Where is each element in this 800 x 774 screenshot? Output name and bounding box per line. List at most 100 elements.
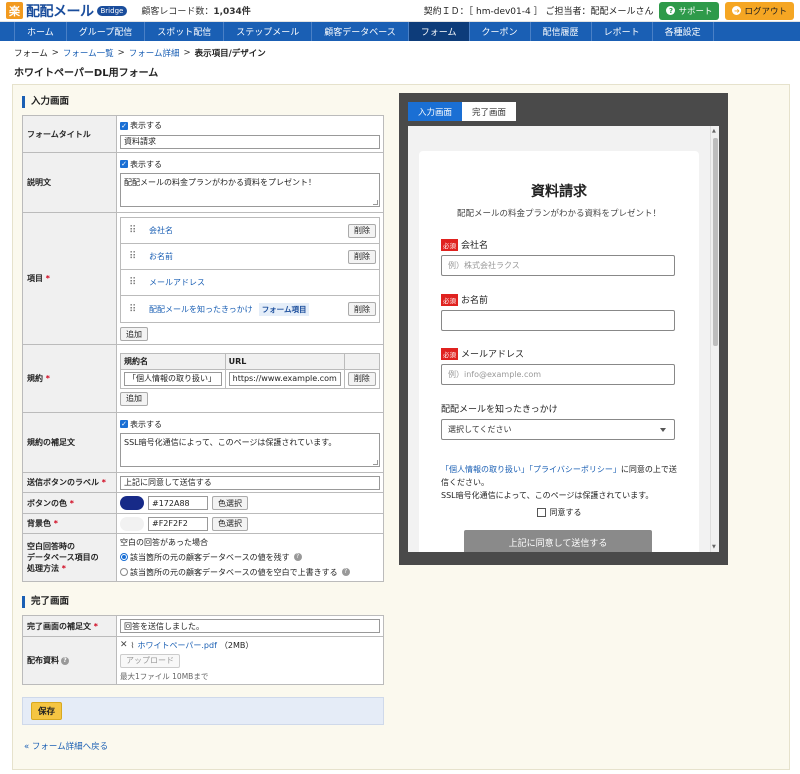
terms-delete-button[interactable]: 削除: [347, 371, 376, 386]
drag-handle-icon[interactable]: ⠿: [129, 277, 149, 288]
breadcrumb-form-list[interactable]: フォーム一覧: [63, 47, 114, 59]
button-color-pick-button[interactable]: 色選択: [212, 496, 248, 510]
drag-handle-icon[interactable]: ⠿: [129, 304, 149, 315]
list-item[interactable]: ⠿ メールアドレス: [121, 270, 379, 296]
blank-label-2: データベース項目の: [27, 553, 99, 562]
list-item[interactable]: ⠿ お名前 削除: [121, 244, 379, 270]
file-row: ✕ ⌇ ホワイトペーパー.pdf （2MB）: [120, 640, 380, 651]
resize-grip-icon[interactable]: [373, 200, 378, 205]
row-distribution-file: 配布資料? ✕ ⌇ ホワイトペーパー.pdf （2MB） アップロード 最大1フ…: [22, 636, 384, 685]
preview-panel: 入力画面 完了画面 資料請求 配配メールの料金プランがわかる資料をプレゼント！ …: [399, 93, 728, 565]
upload-button[interactable]: アップロード: [120, 653, 180, 668]
description-show-checkbox[interactable]: ✓ 表示する: [120, 158, 380, 170]
bridge-badge: Bridge: [96, 5, 128, 16]
delete-button[interactable]: 削除: [348, 223, 376, 238]
breadcrumb-current: 表示項目/デザイン: [194, 49, 266, 59]
delete-button[interactable]: 削除: [348, 302, 376, 316]
nav-history[interactable]: 配信履歴: [531, 22, 592, 41]
add-item-button[interactable]: 追加: [120, 327, 148, 341]
submit-label-input[interactable]: 上記に同意して送信する: [120, 475, 380, 490]
file-link[interactable]: ホワイトペーパー.pdf: [137, 640, 216, 651]
item-name[interactable]: 配配メールを知ったきっかけ: [149, 304, 253, 315]
scroll-up-icon[interactable]: ▲: [712, 128, 716, 134]
preview-terms-link-privacy-policy[interactable]: 「プライバシーポリシー」: [529, 465, 621, 474]
help-icon[interactable]: ?: [341, 568, 350, 576]
add-terms-button[interactable]: 追加: [120, 391, 148, 406]
terms-url-input[interactable]: https://www.example.com: [228, 371, 341, 386]
preview-agree-checkbox[interactable]: 同意する: [419, 507, 699, 518]
item-name[interactable]: お名前: [149, 251, 173, 262]
preview-terms-link-privacy-handling[interactable]: 「個人情報の取り扱い」: [441, 465, 529, 474]
description-textarea[interactable]: 配配メールの料金プランがわかる資料をプレゼント！: [120, 173, 380, 207]
logo-text[interactable]: 配配メール: [26, 1, 94, 21]
form-title-show-checkbox[interactable]: ✓ 表示する: [120, 120, 380, 132]
bg-color-pick-button[interactable]: 色選択: [212, 516, 248, 531]
preview-scrollbar[interactable]: ▲ ▼: [710, 126, 719, 552]
delete-button[interactable]: 削除: [348, 249, 376, 264]
scroll-down-icon[interactable]: ▼: [712, 544, 716, 550]
item-name[interactable]: 会社名: [149, 225, 173, 236]
bg-color-input[interactable]: #F2F2F2: [148, 516, 208, 531]
back-to-form-detail-link[interactable]: « フォーム詳細へ戻る: [24, 740, 108, 752]
support-button[interactable]: ? サポート: [659, 1, 720, 20]
breadcrumb-form-detail[interactable]: フォーム詳細: [129, 47, 180, 59]
nav-spot-delivery[interactable]: スポット配信: [145, 22, 225, 41]
nav-group-delivery[interactable]: グループ配信: [67, 22, 146, 41]
logout-button[interactable]: ➜ ログアウト: [725, 1, 794, 20]
distribution-file-label: 配布資料?: [22, 636, 117, 685]
preview-email-input[interactable]: 例）info@example.com: [441, 364, 675, 385]
scrollbar-thumb[interactable]: [713, 138, 718, 346]
preview-tabs: 入力画面 完了画面: [408, 102, 517, 121]
remove-file-icon[interactable]: ✕: [120, 640, 128, 650]
nav-step-mail[interactable]: ステップメール: [224, 22, 313, 41]
preview-ssl-note: SSL暗号化通信によって、このページは保護されています。: [441, 491, 654, 500]
help-icon[interactable]: ?: [293, 553, 302, 561]
button-color-input[interactable]: #172A88: [148, 496, 208, 510]
show-label: 表示する: [130, 121, 162, 130]
radio-selected[interactable]: [120, 553, 128, 561]
resize-grip-icon[interactable]: [373, 460, 378, 465]
description-label: 説明文: [22, 152, 117, 213]
bg-color-swatch[interactable]: [120, 516, 144, 531]
logo-mark[interactable]: 楽: [6, 2, 23, 19]
nav-report[interactable]: レポート: [592, 22, 653, 41]
nav-settings[interactable]: 各種設定: [653, 22, 714, 41]
nav-coupon[interactable]: クーポン: [470, 22, 531, 41]
nav-customer-db[interactable]: 顧客データベース: [312, 22, 409, 41]
help-icon[interactable]: ?: [61, 656, 69, 665]
breadcrumb-form[interactable]: フォーム: [14, 47, 48, 59]
form-title-input[interactable]: 資料請求: [120, 134, 380, 149]
terms-note-show-checkbox[interactable]: ✓ 表示する: [120, 418, 380, 430]
preview-submit-button[interactable]: 上記に同意して送信する: [464, 530, 652, 552]
item-name[interactable]: メールアドレス: [149, 277, 205, 288]
terms-table: 規約名 URL 「個人情報の取り扱い」 https://www.example.…: [120, 352, 381, 389]
nav-form[interactable]: フォーム: [408, 22, 470, 41]
checkbox-unchecked[interactable]: [536, 508, 546, 517]
tab-complete-screen[interactable]: 完了画面: [462, 102, 517, 121]
preview-terms: 「個人情報の取り扱い」「プライバシーポリシー」に同意の上で送信ください。 SSL…: [441, 463, 681, 502]
preview-name-input[interactable]: [441, 310, 675, 331]
tab-input-screen[interactable]: 入力画面: [408, 102, 463, 121]
drag-handle-icon[interactable]: ⠿: [129, 225, 149, 236]
complete-note-input[interactable]: 回答を送信しました。: [120, 619, 380, 633]
list-item[interactable]: ⠿ 配配メールを知ったきっかけ フォーム項目 削除: [121, 296, 379, 322]
terms-name-input[interactable]: 「個人情報の取り扱い」: [124, 371, 222, 386]
radio-unselected[interactable]: [120, 568, 128, 576]
nav-home[interactable]: ホーム: [14, 22, 67, 41]
preview-title: 資料請求: [531, 184, 587, 200]
preview-description: 配配メールの料金プランがわかる資料をプレゼント！: [456, 209, 661, 219]
page-title: ホワイトペーパーDL用フォーム: [14, 68, 159, 79]
blank-option-overwrite[interactable]: 該当箇所の元の顧客データベースの値を空白で上書きする ?: [120, 566, 380, 578]
double-chevron-left-icon: «: [24, 742, 30, 752]
submit-label-label-text: 送信ボタンのラベル: [27, 478, 99, 487]
drag-handle-icon[interactable]: ⠿: [129, 251, 149, 262]
list-item[interactable]: ⠿ 会社名 削除: [121, 218, 379, 244]
button-color-swatch[interactable]: [120, 496, 144, 510]
check-icon: ✓: [120, 121, 128, 130]
terms-note-textarea[interactable]: SSL暗号化通信によって、このページは保護されています。: [120, 433, 380, 467]
save-button[interactable]: 保存: [31, 702, 63, 720]
item-list: ⠿ 会社名 削除 ⠿ お名前 削除 ⠿ メールアドレス ⠿ 配配メールを知ったき…: [120, 217, 380, 323]
preview-company-input[interactable]: 例）株式会社ラクス: [441, 255, 675, 276]
preview-source-select[interactable]: 選択してください: [441, 419, 675, 440]
blank-option-keep[interactable]: 該当箇所の元の顧客データベースの値を残す ?: [120, 551, 380, 563]
